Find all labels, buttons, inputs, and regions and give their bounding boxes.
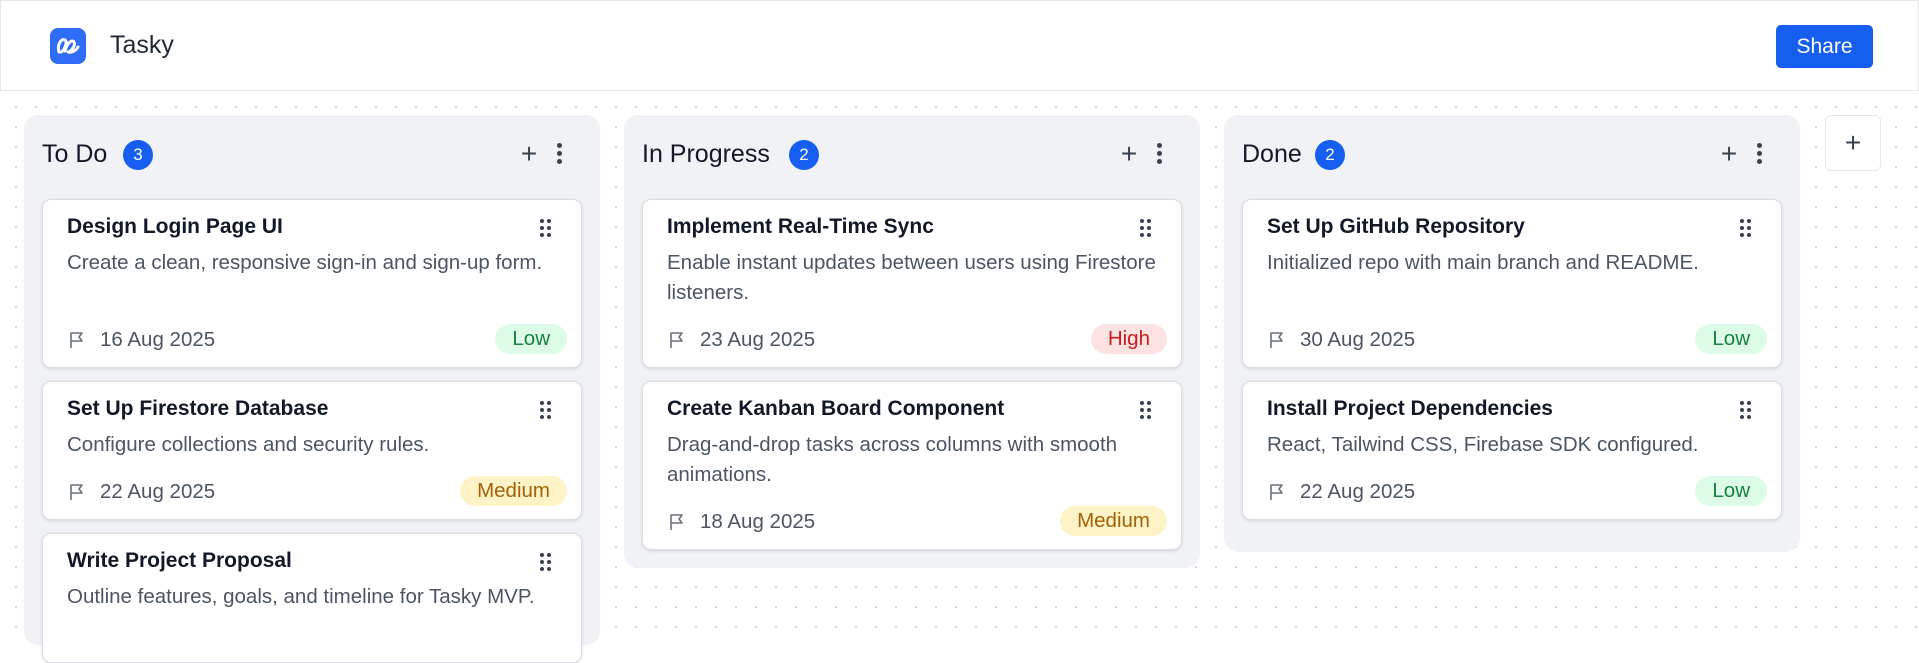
task-title: Create Kanban Board Component	[667, 397, 1005, 420]
task-title: Design Login Page UI	[67, 215, 283, 238]
priority-badge: Low	[495, 324, 567, 354]
task-title: Implement Real-Time Sync	[667, 215, 934, 238]
task-title: Set Up Firestore Database	[67, 397, 329, 420]
task-title: Set Up GitHub Repository	[1267, 215, 1525, 238]
task-description: Initialized repo with main branch and RE…	[1267, 251, 1699, 274]
task-description: Enable instant updates between users usi…	[667, 251, 1156, 304]
column-header: To Do 3 +	[24, 115, 600, 191]
task-description: Create a clean, responsive sign-in and s…	[67, 251, 543, 274]
task-title: Write Project Proposal	[67, 549, 292, 572]
drag-handle-icon[interactable]	[540, 553, 552, 571]
flag-icon	[1270, 484, 1283, 500]
column-count-badge: 2	[789, 140, 819, 170]
column-more-icon[interactable]	[1752, 143, 1766, 167]
top-bar: Tasky Share	[0, 0, 1919, 91]
column-todo: To Do 3 + Design Login Page UI Create a …	[24, 115, 600, 663]
add-card-button[interactable]: +	[1115, 139, 1143, 169]
priority-badge: Medium	[1060, 506, 1167, 536]
task-meta: 23 Aug 2025 High	[667, 324, 1167, 354]
task-card[interactable]: Install Project Dependencies React, Tail…	[1242, 381, 1782, 520]
priority-badge: High	[1090, 324, 1167, 354]
task-meta: 22 Aug 2025 Medium	[67, 476, 567, 506]
task-meta: 18 Aug 2025 Medium	[667, 506, 1167, 536]
task-description: React, Tailwind CSS, Firebase SDK config…	[1267, 433, 1699, 456]
priority-badge: Medium	[460, 476, 567, 506]
priority-badge: Low	[1695, 476, 1767, 506]
due-date: 22 Aug 2025	[1300, 480, 1416, 503]
add-card-button[interactable]: +	[515, 139, 543, 169]
column-more-icon[interactable]	[1152, 143, 1166, 167]
task-description: Drag-and-drop tasks across columns with …	[667, 433, 1118, 486]
column-title: In Progress	[642, 140, 770, 168]
task-meta: 16 Aug 2025 Low	[67, 324, 567, 354]
due-date: 18 Aug 2025	[700, 510, 816, 533]
task-description: Outline features, goals, and timeline fo…	[67, 585, 535, 608]
tasky-logo-icon[interactable]	[50, 28, 86, 64]
drag-handle-icon[interactable]	[1740, 219, 1752, 237]
task-card[interactable]: Create Kanban Board Component Drag-and-d…	[642, 381, 1182, 550]
column-header: In Progress 2 +	[624, 115, 1200, 191]
due-date: 22 Aug 2025	[100, 480, 216, 503]
drag-handle-icon[interactable]	[1140, 219, 1152, 237]
kanban-board: To Do 3 + Design Login Page UI Create a …	[0, 91, 1919, 663]
drag-handle-icon[interactable]	[540, 219, 552, 237]
task-meta: 30 Aug 2025 Low	[1267, 324, 1767, 354]
column-done: Done 2 + Set Up GitHub Repository Initia…	[1224, 115, 1800, 552]
due-date: 16 Aug 2025	[100, 328, 216, 351]
task-title: Install Project Dependencies	[1267, 397, 1553, 420]
task-card[interactable]: Design Login Page UI Create a clean, res…	[42, 199, 582, 368]
column-title: To Do	[42, 140, 108, 168]
priority-badge: Low	[1695, 324, 1767, 354]
add-column-button[interactable]: +	[1825, 115, 1881, 171]
flag-icon	[70, 484, 83, 500]
drag-handle-icon[interactable]	[540, 401, 552, 419]
due-date: 23 Aug 2025	[700, 328, 816, 351]
column-count-badge: 3	[123, 140, 153, 170]
column-count-badge: 2	[1315, 140, 1345, 170]
column-in-progress: In Progress 2 + Implement Real-Time Sync…	[624, 115, 1200, 568]
flag-icon	[70, 332, 83, 348]
flag-icon	[670, 514, 683, 530]
task-card[interactable]: Set Up GitHub Repository Initialized rep…	[1242, 199, 1782, 368]
task-card[interactable]: Set Up Firestore Database Configure coll…	[42, 381, 582, 520]
drag-handle-icon[interactable]	[1740, 401, 1752, 419]
column-header: Done 2 +	[1224, 115, 1800, 191]
add-card-button[interactable]: +	[1715, 139, 1743, 169]
app-title: Tasky	[110, 31, 174, 59]
column-more-icon[interactable]	[552, 143, 566, 167]
flag-icon	[1270, 332, 1283, 348]
column-title: Done	[1242, 140, 1302, 168]
task-card[interactable]: Write Project Proposal Outline features,…	[42, 533, 582, 663]
drag-handle-icon[interactable]	[1140, 401, 1152, 419]
task-card[interactable]: Implement Real-Time Sync Enable instant …	[642, 199, 1182, 368]
share-button[interactable]: Share	[1776, 25, 1873, 68]
flag-icon	[670, 332, 683, 348]
task-meta: 22 Aug 2025 Low	[1267, 476, 1767, 506]
task-description: Configure collections and security rules…	[67, 433, 430, 456]
due-date: 30 Aug 2025	[1300, 328, 1416, 351]
